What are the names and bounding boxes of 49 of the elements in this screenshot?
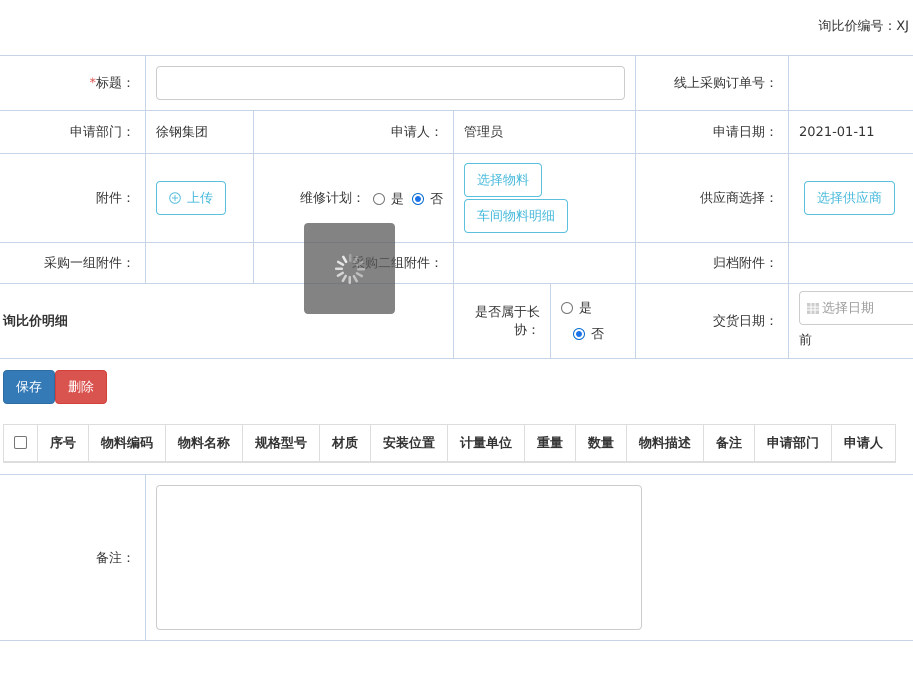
field-value: 徐钢集团 — [156, 125, 208, 140]
calendar-icon — [806, 301, 820, 315]
radio-option[interactable]: 否 — [412, 190, 443, 208]
field-label: *标题： — [90, 76, 135, 91]
field-label: 归档附件： — [713, 256, 778, 271]
material-button[interactable]: 选择物料 — [464, 163, 542, 197]
field-label: 申请人： — [391, 125, 443, 140]
column-header: 安装位置 — [383, 436, 435, 451]
material-button[interactable]: 车间物料明细 — [464, 199, 568, 233]
field-label: 采购一组附件： — [44, 256, 135, 271]
column-header: 序号 — [50, 436, 76, 451]
section-title: 询比价明细 — [3, 314, 68, 329]
field-label: 附件： — [96, 191, 135, 206]
date-field[interactable]: 选择日期 — [799, 291, 913, 325]
upload-button[interactable]: 上传 — [156, 181, 226, 215]
column-header: 材质 — [332, 436, 358, 451]
field-label: 申请部门： — [70, 125, 135, 140]
column-header: 物料描述 — [639, 436, 691, 451]
column-header: 申请人 — [844, 436, 883, 451]
field-value: 管理员 — [464, 125, 503, 140]
delete-button[interactable]: 删除 — [55, 370, 107, 404]
checkbox[interactable] — [14, 436, 27, 450]
column-header: 物料编码 — [101, 436, 153, 451]
inquiry-number: 询比价编号：XJ — [818, 18, 909, 34]
column-header: 备注 — [716, 436, 742, 451]
field-label: 申请日期： — [713, 125, 778, 140]
column-header: 计量单位 — [460, 436, 512, 451]
plus-circle-icon — [169, 192, 181, 204]
field-label: 是否属于长协： — [475, 305, 540, 338]
radio-option[interactable]: 否 — [573, 325, 625, 343]
field-label: 交货日期： — [713, 314, 778, 329]
save-button[interactable]: 保存 — [3, 370, 55, 404]
field-label: 备注： — [96, 550, 135, 566]
column-header: 规格型号 — [255, 436, 307, 451]
column-header: 申请部门 — [767, 436, 819, 451]
column-header: 物料名称 — [178, 436, 230, 451]
field-suffix: 前 — [799, 333, 812, 348]
field-value: 2021-01-11 — [799, 124, 875, 140]
remarks-textarea[interactable] — [156, 485, 642, 630]
field-label: 线上采购订单号： — [674, 76, 778, 91]
radio-option[interactable]: 是 — [561, 299, 625, 317]
column-header: 重量 — [537, 436, 563, 451]
supplier-button[interactable]: 选择供应商 — [804, 181, 895, 215]
field-label: 供应商选择： — [700, 191, 778, 206]
spinner-icon — [332, 252, 366, 286]
radio-option[interactable]: 是 — [373, 190, 404, 208]
column-header: 数量 — [588, 436, 614, 451]
title-input[interactable] — [156, 66, 625, 100]
field-label: 维修计划： — [300, 190, 365, 206]
